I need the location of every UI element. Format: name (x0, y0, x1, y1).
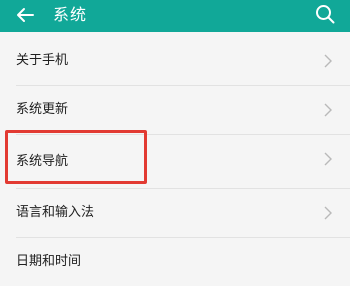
chevron-right-icon (324, 103, 332, 117)
page-title: 系统 (53, 5, 88, 24)
highlight-box (5, 130, 147, 184)
chevron-right-icon (324, 152, 332, 166)
back-arrow-icon[interactable] (14, 4, 36, 26)
settings-item-label: 系统更新 (16, 102, 69, 117)
settings-item-label: 关于手机 (16, 53, 69, 68)
settings-item-language-input[interactable]: 语言和输入法 (0, 189, 350, 237)
search-icon[interactable] (314, 3, 336, 25)
settings-item-date-time[interactable]: 日期和时间 (0, 238, 350, 286)
chevron-right-icon (324, 54, 332, 68)
settings-item-about-phone[interactable]: 关于手机 (0, 37, 350, 85)
chevron-right-icon (324, 206, 332, 220)
settings-item-system-update[interactable]: 系统更新 (0, 86, 350, 134)
app-bar: 系统 (0, 0, 350, 32)
settings-item-label: 日期和时间 (16, 254, 82, 269)
settings-item-label: 语言和输入法 (16, 205, 95, 220)
